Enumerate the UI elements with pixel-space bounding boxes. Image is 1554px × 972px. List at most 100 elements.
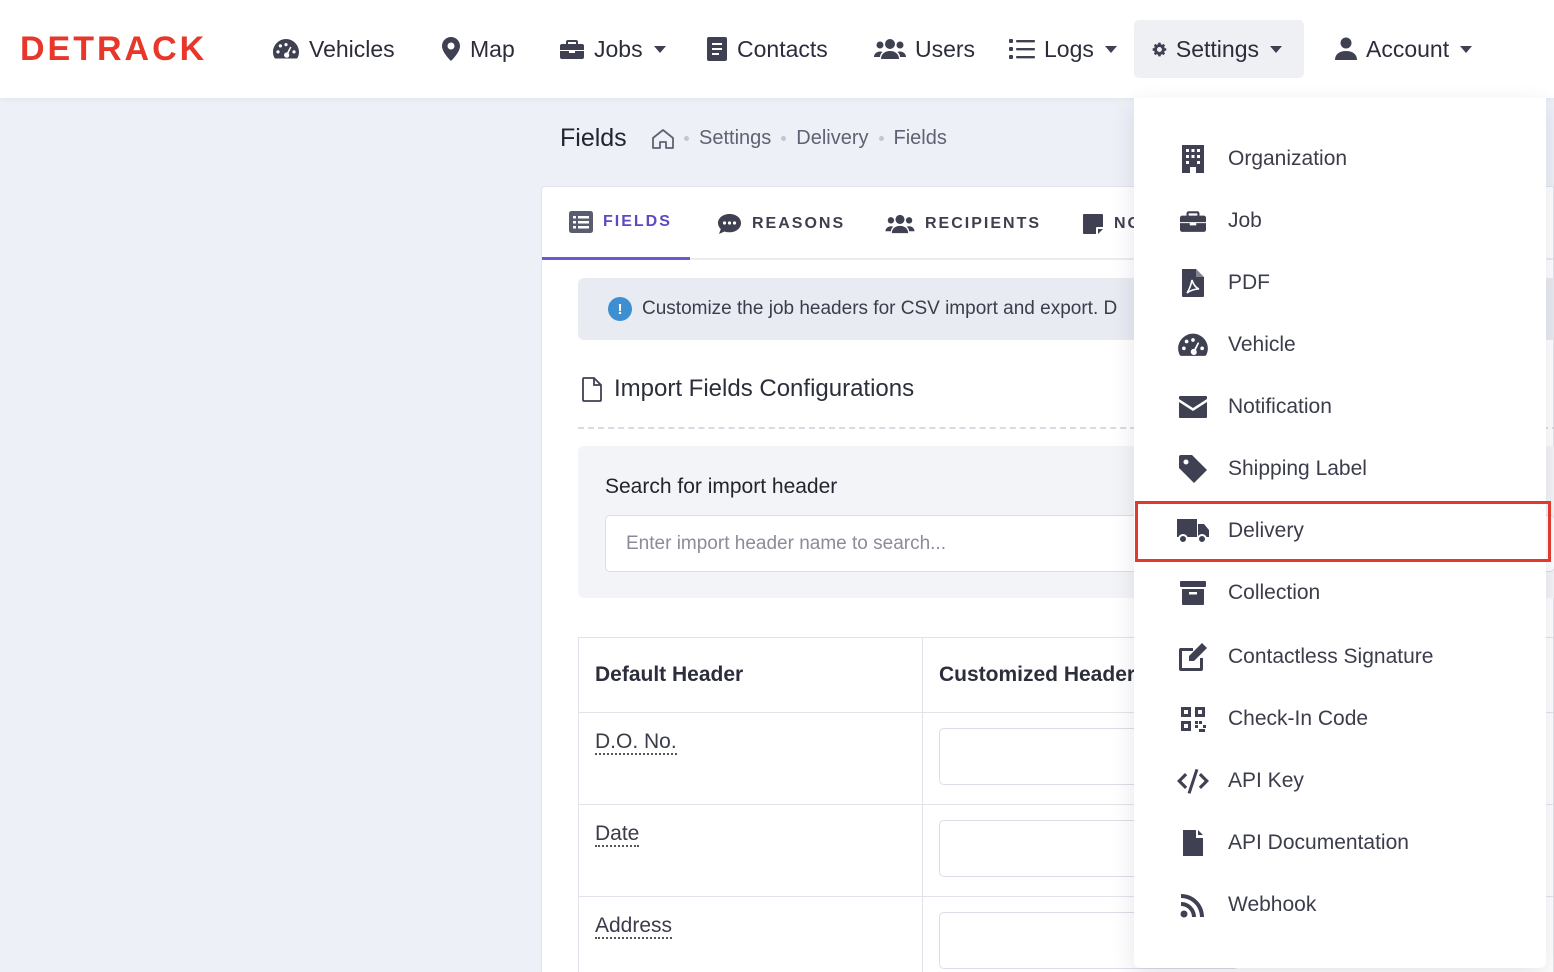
section-title-text: Import Fields Configurations (614, 375, 915, 402)
menu-item-collection[interactable]: Collection (1134, 562, 1546, 624)
address-book-icon (707, 37, 727, 61)
info-icon: ! (608, 297, 632, 321)
menu-item-delivery[interactable]: Delivery (1134, 500, 1546, 562)
users-icon (874, 39, 906, 59)
menu-item-label: Organization (1228, 147, 1348, 170)
section-title: Import Fields Configurations (582, 375, 914, 403)
default-header-cell: D.O. No. (578, 712, 923, 805)
chevron-down-icon (1104, 45, 1117, 53)
top-navbar: DETRACK Vehicles Map Jobs Contacts Users… (0, 0, 1554, 98)
gauge-icon (273, 39, 299, 59)
breadcrumb: Settings Delivery Fields (652, 127, 947, 150)
nav-users-label: Users (915, 35, 976, 62)
menu-item-webhook[interactable]: Webhook (1134, 874, 1546, 936)
home-icon[interactable] (652, 128, 674, 149)
menu-item-notification[interactable]: Notification (1134, 376, 1546, 438)
column-default-header: Default Header (578, 637, 923, 713)
menu-item-pdf[interactable]: PDF (1134, 252, 1546, 314)
nav-map-label: Map (470, 35, 515, 62)
detrack-logo[interactable]: DETRACK (20, 30, 240, 66)
menu-item-vehicle[interactable]: Vehicle (1134, 314, 1546, 376)
info-alert-text: Customize the job headers for CSV import… (642, 298, 1118, 319)
nav-settings[interactable]: Settings (1134, 20, 1304, 78)
users-icon (885, 214, 915, 233)
tab-notes[interactable]: NO (1082, 187, 1142, 260)
menu-item-label: Vehicle (1228, 333, 1296, 356)
nav-settings-label: Settings (1175, 35, 1259, 62)
field-name: Date (595, 822, 640, 847)
tab-reasons-label: REASONS (752, 214, 846, 232)
briefcase-icon (560, 40, 584, 59)
nav-logs[interactable]: Logs (1009, 20, 1117, 78)
menu-item-label: API Key (1228, 769, 1304, 792)
nav-jobs-label: Jobs (594, 35, 643, 62)
menu-item-label: Shipping Label (1228, 457, 1367, 480)
building-icon (1176, 142, 1210, 176)
envelope-icon (1176, 390, 1210, 424)
tag-icon (1176, 452, 1210, 486)
menu-item-api-documentation[interactable]: API Documentation (1134, 812, 1546, 874)
default-header-cell: Address (578, 896, 923, 972)
menu-item-label: Job (1228, 209, 1262, 232)
nav-users[interactable]: Users (874, 20, 975, 78)
nav-map[interactable]: Map (441, 20, 515, 78)
rss-icon (1176, 888, 1210, 922)
menu-item-label: Notification (1228, 395, 1332, 418)
comment-dots-icon (718, 213, 741, 234)
menu-item-label: Contactless Signature (1228, 645, 1434, 668)
truck-icon (1176, 514, 1210, 548)
nav-contacts[interactable]: Contacts (706, 20, 828, 78)
field-name: D.O. No. (595, 730, 677, 755)
archive-icon (1176, 576, 1210, 610)
sticky-note-icon (1083, 213, 1103, 234)
list-icon (1009, 39, 1035, 59)
user-icon (1335, 37, 1357, 60)
menu-item-check-in-code[interactable]: Check-In Code (1134, 688, 1546, 750)
breadcrumb-settings[interactable]: Settings (699, 127, 771, 150)
tab-recipients[interactable]: RECIPIENTS (885, 187, 1041, 260)
pdf-file-icon (1176, 266, 1210, 300)
menu-item-label: Collection (1228, 581, 1321, 604)
nav-vehicles[interactable]: Vehicles (272, 20, 395, 78)
menu-item-organization[interactable]: Organization (1134, 128, 1546, 190)
menu-item-label: API Documentation (1228, 831, 1409, 854)
list-alt-icon (569, 211, 593, 233)
edit-icon (1176, 640, 1210, 674)
settings-dropdown-menu: Organization Job PDF Vehicle Notificatio… (1134, 98, 1546, 968)
chevron-down-icon (1460, 45, 1473, 53)
menu-item-label: PDF (1228, 271, 1270, 294)
menu-item-api-key[interactable]: API Key (1134, 750, 1546, 812)
menu-item-job[interactable]: Job (1134, 190, 1546, 252)
menu-item-label: Check-In Code (1228, 707, 1369, 730)
chevron-down-icon (1270, 45, 1282, 53)
breadcrumb-delivery[interactable]: Delivery (796, 127, 868, 150)
breadcrumb-fields: Fields (893, 127, 947, 149)
svg-text:DETRACK: DETRACK (20, 30, 207, 66)
file-outline-icon (582, 376, 602, 402)
tab-recipients-label: RECIPIENTS (925, 214, 1042, 232)
map-marker-icon (442, 37, 460, 61)
menu-item-shipping-label[interactable]: Shipping Label (1134, 438, 1546, 500)
gear-icon (1152, 42, 1167, 56)
nav-account[interactable]: Account (1335, 20, 1473, 78)
nav-vehicles-label: Vehicles (309, 35, 395, 62)
default-header-cell: Date (578, 804, 923, 897)
breadcrumb-separator (684, 136, 689, 141)
nav-contacts-label: Contacts (737, 35, 828, 62)
code-icon (1176, 764, 1210, 798)
search-label: Search for import header (605, 475, 838, 498)
nav-jobs[interactable]: Jobs (559, 20, 666, 78)
tab-fields-label: FIELDS (603, 213, 672, 230)
qrcode-icon (1176, 702, 1210, 736)
nav-account-label: Account (1366, 35, 1450, 62)
file-icon (1176, 826, 1210, 860)
field-name: Address (595, 914, 673, 939)
menu-item-contactless-signature[interactable]: Contactless Signature (1134, 626, 1546, 688)
tab-fields[interactable]: FIELDS (542, 187, 690, 260)
breadcrumb-separator (878, 136, 884, 141)
menu-item-label: Webhook (1228, 893, 1317, 916)
chevron-down-icon (653, 45, 666, 53)
tab-reasons[interactable]: REASONS (717, 187, 845, 260)
menu-item-label: Delivery (1228, 519, 1304, 542)
gauge-icon (1176, 328, 1210, 362)
